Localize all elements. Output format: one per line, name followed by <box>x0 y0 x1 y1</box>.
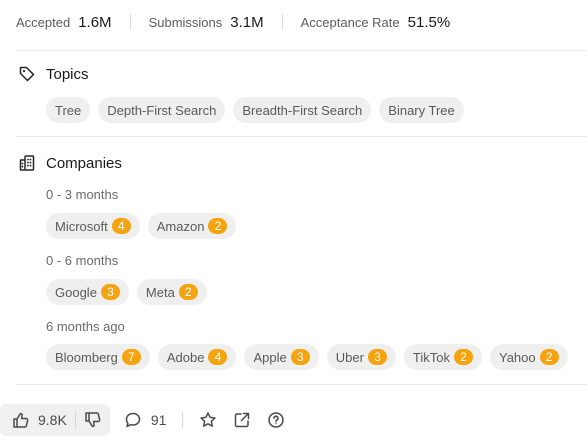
company-chip[interactable]: Apple 3 <box>244 344 319 370</box>
action-bar: 9.8K 91 <box>0 404 293 436</box>
topic-chip[interactable]: Binary Tree <box>379 97 464 123</box>
company-name: Uber <box>335 349 364 365</box>
stat-value-acceptance-rate: 51.5% <box>407 13 451 31</box>
company-group-label: 6 months ago <box>46 319 125 334</box>
stat-label-submissions: Submissions <box>148 14 223 30</box>
share-button[interactable] <box>225 404 259 436</box>
stat-label-accepted: Accepted <box>16 14 71 30</box>
company-count-badge: 2 <box>178 284 198 300</box>
company-name: Apple <box>253 349 287 365</box>
company-chip[interactable]: Bloomberg 7 <box>46 344 150 370</box>
stat-divider <box>129 14 131 30</box>
tag-icon <box>18 65 36 83</box>
comment-count: 91 <box>150 412 167 428</box>
company-name: Google <box>55 284 97 300</box>
stat-divider <box>281 14 283 30</box>
stat-label-acceptance-rate: Acceptance Rate <box>300 14 400 30</box>
topic-chip[interactable]: Depth-First Search <box>98 97 226 123</box>
vote-group: 9.8K <box>0 404 110 436</box>
external-link-icon <box>235 412 250 428</box>
company-list: Bloomberg 7 Adobe 4 Apple 3 Uber 3 TikTo… <box>46 344 568 370</box>
company-count-badge: 3 <box>100 284 120 300</box>
thumbs-up-icon <box>13 412 29 428</box>
company-count-badge: 2 <box>539 349 559 365</box>
topic-chip[interactable]: Breadth-First Search <box>233 97 372 123</box>
company-count-badge: 7 <box>121 349 141 365</box>
stat-value-submissions: 3.1M <box>230 13 264 31</box>
comment-icon <box>125 412 141 428</box>
company-chip[interactable]: Meta 2 <box>136 279 207 305</box>
topics-header[interactable]: Topics <box>18 65 89 83</box>
dislike-button[interactable] <box>76 404 110 436</box>
company-count-badge: 2 <box>208 218 228 234</box>
company-name: Yahoo <box>498 349 536 365</box>
stats-row: Accepted 1.6M Submissions 3.1M Acceptanc… <box>16 11 450 33</box>
company-count-badge: 2 <box>453 349 473 365</box>
help-button[interactable] <box>259 404 293 436</box>
company-name: Adobe <box>166 349 205 365</box>
company-chip[interactable]: TikTok 2 <box>403 344 482 370</box>
company-count-badge: 4 <box>208 349 228 365</box>
company-count-badge: 4 <box>111 218 131 234</box>
question-circle-icon <box>268 412 285 428</box>
thumbs-down-icon <box>85 412 101 428</box>
company-name: Meta <box>145 284 175 300</box>
company-name: Amazon <box>156 218 205 234</box>
divider <box>16 50 587 51</box>
company-list: Microsoft 4 Amazon 2 <box>46 213 237 239</box>
topics-title: Topics <box>46 65 89 83</box>
company-chip[interactable]: Yahoo 2 <box>489 344 568 370</box>
company-group-label: 0 - 3 months <box>46 187 119 202</box>
divider <box>16 136 587 137</box>
company-list: Google 3 Meta 2 <box>46 279 207 305</box>
topic-list: Tree Depth-First Search Breadth-First Se… <box>46 97 464 123</box>
companies-title: Companies <box>46 154 122 172</box>
company-name: Microsoft <box>55 218 108 234</box>
comments-button[interactable]: 91 <box>116 404 175 436</box>
company-chip[interactable]: Google 3 <box>46 279 129 305</box>
companies-header[interactable]: Companies <box>18 154 122 172</box>
stat-value-accepted: 1.6M <box>78 13 112 31</box>
building-icon <box>18 154 36 172</box>
company-chip[interactable]: Amazon 2 <box>147 213 237 239</box>
company-count-badge: 3 <box>367 349 387 365</box>
like-button[interactable]: 9.8K <box>0 404 75 436</box>
company-chip[interactable]: Microsoft 4 <box>46 213 140 239</box>
company-name: Bloomberg <box>55 349 118 365</box>
divider <box>16 384 587 385</box>
like-count: 9.8K <box>38 412 67 428</box>
company-chip[interactable]: Adobe 4 <box>157 344 237 370</box>
company-name: TikTok <box>412 349 450 365</box>
action-divider <box>182 412 184 428</box>
company-chip[interactable]: Uber 3 <box>326 344 396 370</box>
topic-chip[interactable]: Tree <box>46 97 91 123</box>
company-group-label: 0 - 6 months <box>46 253 119 268</box>
company-count-badge: 3 <box>290 349 310 365</box>
star-icon <box>200 412 217 427</box>
favorite-button[interactable] <box>191 404 225 436</box>
